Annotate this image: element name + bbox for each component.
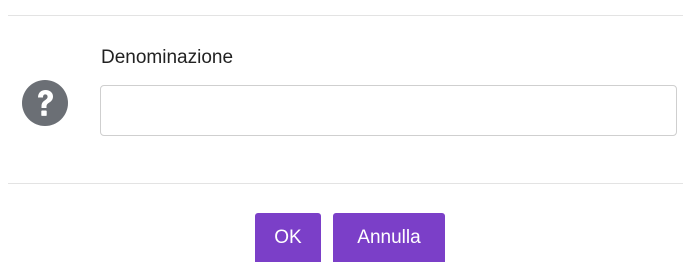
- bottom-divider: [8, 183, 683, 184]
- question-icon: [22, 80, 68, 126]
- cancel-button[interactable]: Annulla: [333, 213, 445, 262]
- denominazione-label: Denominazione: [101, 47, 234, 68]
- denominazione-input[interactable]: [100, 85, 677, 136]
- ok-button[interactable]: OK: [255, 213, 321, 262]
- prompt-dialog: Denominazione OK Annulla: [0, 0, 683, 262]
- top-divider: [8, 15, 683, 16]
